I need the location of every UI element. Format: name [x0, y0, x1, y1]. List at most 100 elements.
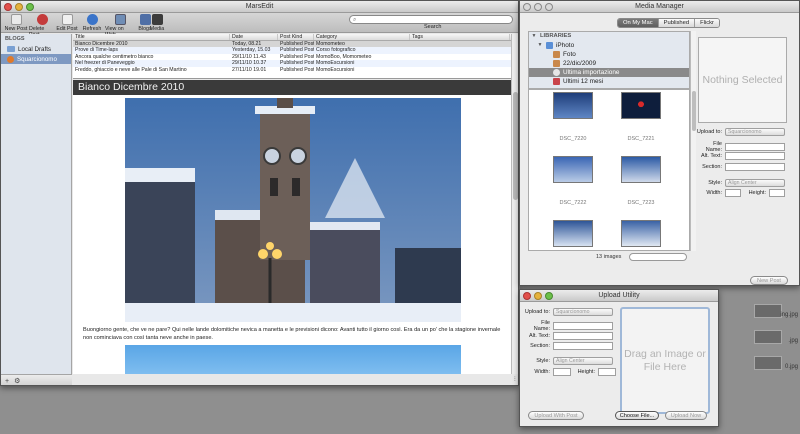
library-item-iphoto[interactable]: ▼ iPhoto: [529, 41, 689, 50]
media-manager-window: Media Manager On My Mac Published Flickr…: [519, 0, 800, 286]
zoom-button[interactable]: [545, 292, 553, 300]
upload-to-select[interactable]: Squarcionomo: [725, 128, 785, 136]
sidebar-item-squarcionomo[interactable]: Squarcionomo: [1, 54, 71, 64]
table-cell: 27/11/10 19.01: [232, 66, 267, 73]
image-label: DSC_7220: [559, 136, 587, 142]
disclosure-triangle-icon[interactable]: ▼: [537, 41, 543, 50]
minimize-button[interactable]: [534, 3, 542, 11]
add-blog-button[interactable]: +: [5, 378, 9, 385]
vertical-scrollbar[interactable]: [511, 34, 518, 374]
section-row: Section:: [696, 163, 785, 171]
upload-with-post-button[interactable]: Upload With Post: [528, 411, 584, 420]
sidebar-item-label: Local Drafts: [18, 45, 52, 53]
edit-post-button[interactable]: Edit Post: [54, 14, 80, 32]
desktop-file-thumbnail[interactable]: [754, 356, 782, 370]
image-thumbnail[interactable]: [621, 220, 661, 247]
tab-published[interactable]: Published: [658, 19, 696, 27]
width-field[interactable]: [725, 189, 741, 197]
upload-to-label: Upload to:: [696, 129, 722, 135]
library-item-foto[interactable]: Foto: [529, 50, 689, 59]
desktop-file-label: .jpg: [788, 338, 798, 344]
search-input[interactable]: ⌕: [349, 15, 513, 24]
tab-flickr[interactable]: Flickr: [695, 19, 719, 27]
close-button[interactable]: [4, 3, 12, 11]
image-thumbnail[interactable]: [621, 92, 661, 119]
view-on-web-icon: [114, 14, 126, 25]
library-item-event[interactable]: 22/dic/2009: [529, 59, 689, 68]
new-post-button[interactable]: New Post: [750, 276, 788, 285]
marsedit-titlebar[interactable]: MarsEdit: [1, 1, 518, 13]
file-name-row: File Name:: [524, 320, 613, 332]
post-photo-2: [125, 345, 461, 374]
window-controls: [4, 3, 34, 11]
file-name-field[interactable]: [553, 322, 613, 330]
library-item-label: Ultimi 12 mesi: [563, 78, 604, 85]
height-field[interactable]: [598, 368, 616, 376]
image-thumbnail[interactable]: [621, 156, 661, 183]
drop-zone[interactable]: Drag an Image or File Here: [620, 307, 710, 414]
zoom-button[interactable]: [26, 3, 34, 11]
dimensions-row: Width: Height:: [696, 189, 785, 197]
library-item-last-import[interactable]: Ultima importazione: [529, 68, 689, 77]
close-button[interactable]: [523, 292, 531, 300]
image-thumbnail[interactable]: [553, 156, 593, 183]
edit-post-icon: [61, 14, 73, 25]
close-button[interactable]: [523, 3, 531, 11]
media-footer: 13 images: [528, 251, 690, 262]
upload-to-select[interactable]: Squarcionomo: [553, 308, 613, 316]
section-field[interactable]: [725, 163, 785, 171]
zoom-button[interactable]: [545, 3, 553, 11]
style-select[interactable]: Align Center: [725, 179, 785, 187]
height-field[interactable]: [769, 189, 785, 197]
sidebar-item-label: Squarcionomo: [17, 55, 57, 63]
new-post-button[interactable]: New Post: [3, 14, 29, 32]
post-photo: [125, 98, 461, 322]
file-name-label: File Name:: [533, 320, 550, 332]
style-select[interactable]: Align Center: [553, 357, 613, 365]
desktop-file-label: ing.jpg: [780, 312, 798, 318]
post-title: Bianco Dicembre 2010: [73, 80, 513, 95]
alt-text-field[interactable]: [725, 152, 785, 160]
media-icon: [151, 14, 163, 25]
disclosure-triangle-icon[interactable]: ▼: [531, 32, 537, 41]
resize-handle[interactable]: ⁝: [514, 375, 516, 383]
height-label: Height:: [577, 369, 595, 375]
desktop-file-thumbnail[interactable]: [754, 330, 782, 344]
calendar-icon: [553, 78, 560, 85]
section-field[interactable]: [553, 342, 613, 350]
media-button[interactable]: Media: [144, 14, 170, 32]
table-row[interactable]: Freddo, ghiaccio e neve alle Pale di San…: [73, 67, 513, 74]
library-item-last-12-months[interactable]: Ultimi 12 mesi: [529, 77, 689, 86]
alt-text-row: Alt. Text:: [696, 152, 785, 160]
post-preview: Bianco Dicembre 2010 Buongiorno gente, c…: [73, 80, 513, 374]
tab-on-my-mac[interactable]: On My Mac: [618, 19, 659, 27]
marsedit-window: MarsEdit New Post Delete Post Edit Post …: [0, 0, 519, 386]
new-post-icon: [10, 14, 22, 25]
image-count: 13 images: [596, 253, 622, 260]
file-name-field[interactable]: [725, 143, 785, 151]
sidebar-item-local-drafts[interactable]: Local Drafts: [1, 44, 71, 54]
media-search-input[interactable]: [629, 252, 688, 261]
alt-text-field[interactable]: [553, 332, 613, 340]
upload-now-button[interactable]: Upload Now: [665, 411, 707, 420]
gear-icon[interactable]: ⚙: [14, 377, 20, 385]
desktop-files: ing.jpg .jpg 0.jpg: [710, 300, 800, 420]
section-label: Section:: [530, 343, 550, 349]
choose-file-button[interactable]: Choose File...: [615, 411, 659, 420]
upload-utility-titlebar[interactable]: Upload Utility: [520, 290, 718, 302]
image-thumbnail[interactable]: [553, 92, 593, 119]
image-label: DSC_7222: [559, 200, 587, 206]
media-label: Media: [149, 26, 165, 32]
blog-icon: [7, 55, 14, 63]
media-manager-titlebar[interactable]: Media Manager: [520, 1, 799, 13]
desktop-file-thumbnail[interactable]: [754, 304, 782, 318]
refresh-label: Refresh: [82, 26, 102, 32]
post-list: Title Date Post Kind Category Tags Bianc…: [73, 34, 513, 79]
minimize-button[interactable]: [534, 292, 542, 300]
scrollbar-thumb[interactable]: [692, 91, 696, 131]
width-field[interactable]: [553, 368, 571, 376]
refresh-button[interactable]: Refresh: [79, 14, 105, 32]
scrollbar-thumb[interactable]: [513, 92, 518, 200]
image-thumbnail[interactable]: [553, 220, 593, 247]
minimize-button[interactable]: [15, 3, 23, 11]
